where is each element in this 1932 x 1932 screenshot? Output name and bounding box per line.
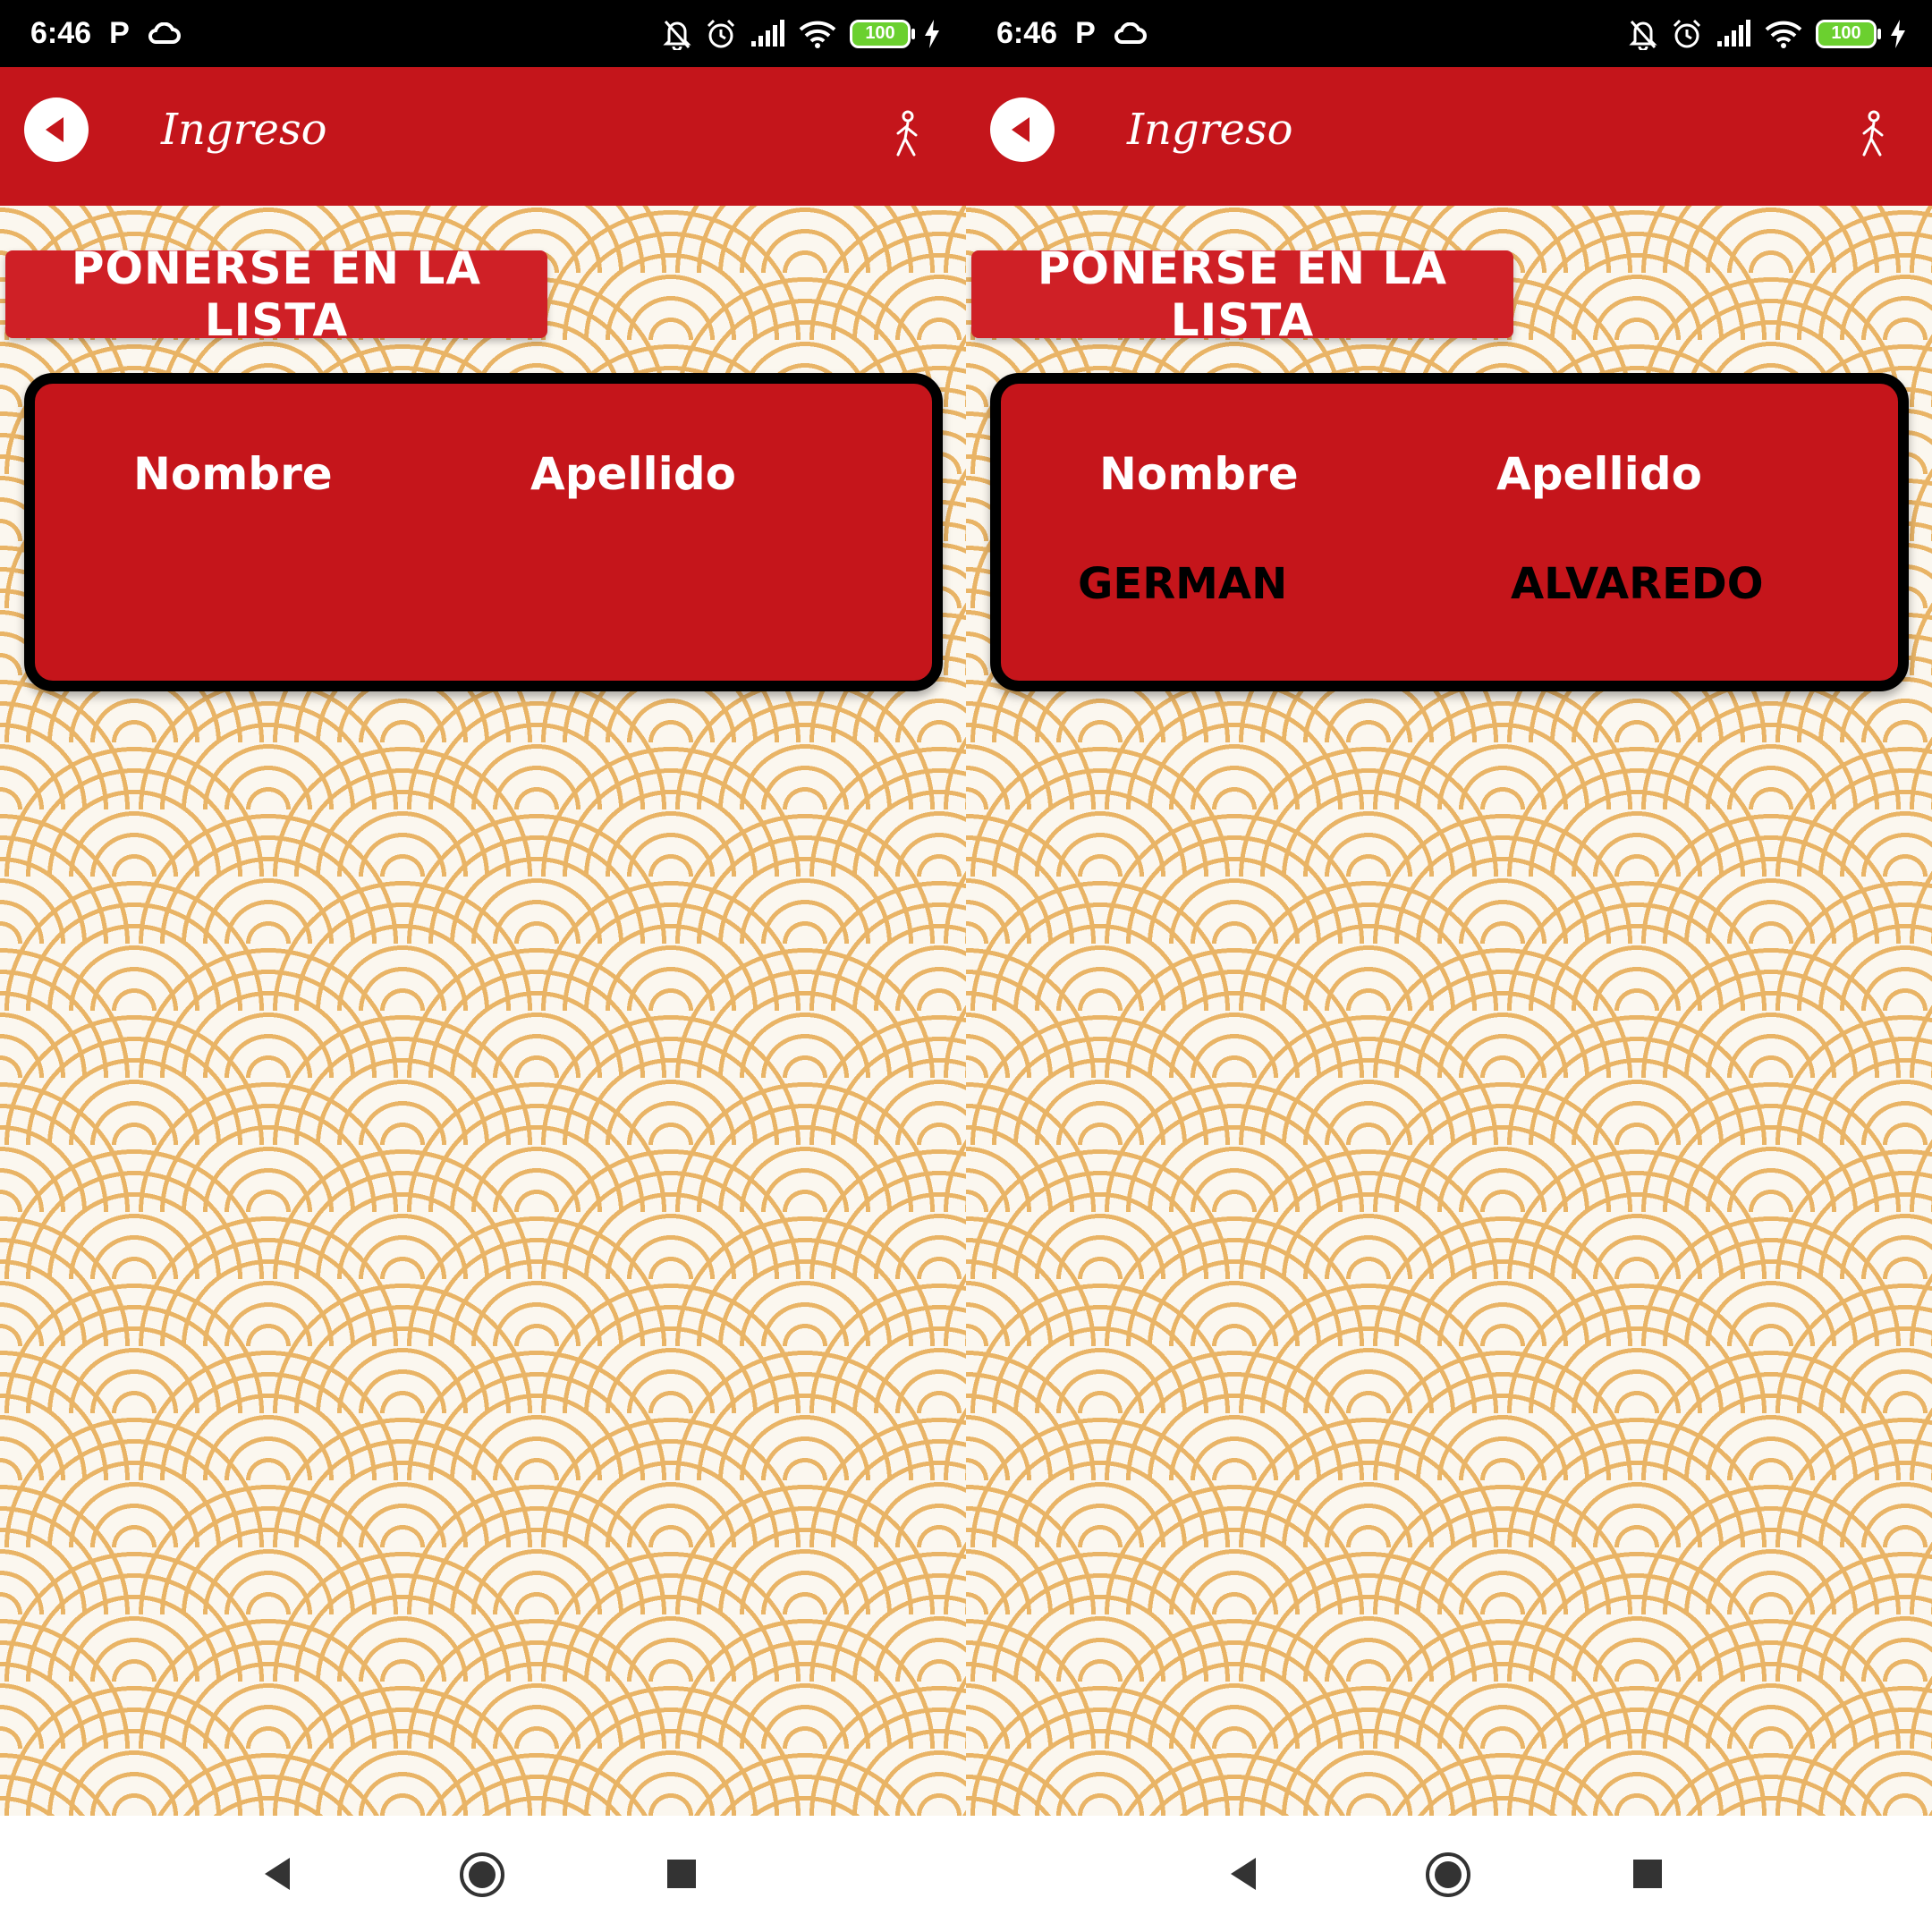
status-left: 6:46 P: [30, 0, 182, 67]
page-title: Ingreso: [1127, 105, 1293, 155]
content-area: PONERSE EN LA LISTA Nombre Apellido: [0, 206, 966, 1816]
column-header-nombre: Nombre: [133, 448, 333, 500]
nav-back-icon[interactable]: [1227, 1856, 1259, 1892]
back-button[interactable]: [990, 97, 1055, 162]
notification-p-icon: P: [109, 16, 130, 50]
bell-off-icon: [1629, 20, 1657, 50]
back-arrow-icon: [46, 117, 64, 142]
walking-person-icon[interactable]: [886, 110, 930, 164]
status-time: 6:46: [30, 16, 92, 50]
status-bar: 6:46 P 100: [0, 0, 966, 67]
join-list-button[interactable]: PONERSE EN LA LISTA: [971, 242, 1513, 346]
bell-off-icon: [663, 20, 691, 50]
alarm-clock-icon: [707, 19, 735, 47]
cloud-icon: [148, 21, 181, 44]
app-bar: Ingreso: [966, 67, 1932, 206]
phone-screen-right: 6:46 P 100 Ingreso PONERSE EN LA LISTA N…: [966, 0, 1932, 1932]
status-right: 100: [1628, 0, 1907, 67]
battery-level: 100: [865, 23, 895, 43]
phone-screen-left: 6:46 P 100 Ingreso PONERSE EN LA LISTA N…: [0, 0, 966, 1932]
back-button[interactable]: [24, 97, 89, 162]
nav-home-icon[interactable]: [1425, 1852, 1471, 1898]
status-right: 100: [662, 0, 941, 67]
signal-icon: [751, 19, 784, 47]
waitlist-card: Nombre Apellido GERMAN ALVAREDO: [990, 373, 1909, 691]
column-header-nombre: Nombre: [1099, 448, 1299, 500]
page-title: Ingreso: [161, 105, 327, 155]
status-bar: 6:46 P 100: [966, 0, 1932, 67]
nav-back-icon[interactable]: [261, 1856, 293, 1892]
waitlist-card: Nombre Apellido: [24, 373, 943, 691]
wifi-icon: [1765, 21, 1802, 48]
cloud-icon: [1114, 21, 1147, 44]
join-list-button[interactable]: PONERSE EN LA LISTA: [5, 242, 547, 346]
charging-bolt-icon: [1891, 19, 1905, 48]
nav-recent-apps-icon[interactable]: [666, 1859, 697, 1889]
content-area: PONERSE EN LA LISTA Nombre Apellido GERM…: [966, 206, 1932, 1816]
back-arrow-icon: [1012, 117, 1030, 142]
battery-level: 100: [1831, 23, 1861, 43]
battery-indicator: 100: [1816, 19, 1881, 48]
signal-icon: [1717, 19, 1750, 47]
navigation-bar: [966, 1816, 1932, 1932]
status-time: 6:46: [996, 16, 1058, 50]
battery-indicator: 100: [850, 19, 915, 48]
nav-home-icon[interactable]: [459, 1852, 505, 1898]
column-header-apellido: Apellido: [1496, 448, 1702, 500]
nav-recent-apps-icon[interactable]: [1632, 1859, 1663, 1889]
list-item-nombre: GERMAN: [1078, 559, 1288, 609]
app-bar: Ingreso: [0, 67, 966, 206]
list-item-apellido: ALVAREDO: [1511, 559, 1764, 609]
walking-person-icon[interactable]: [1852, 110, 1896, 164]
navigation-bar: [0, 1816, 966, 1932]
alarm-clock-icon: [1673, 19, 1701, 47]
status-left: 6:46 P: [996, 0, 1148, 67]
column-header-apellido: Apellido: [530, 448, 736, 500]
charging-bolt-icon: [925, 19, 939, 48]
wifi-icon: [799, 21, 836, 48]
notification-p-icon: P: [1075, 16, 1096, 50]
